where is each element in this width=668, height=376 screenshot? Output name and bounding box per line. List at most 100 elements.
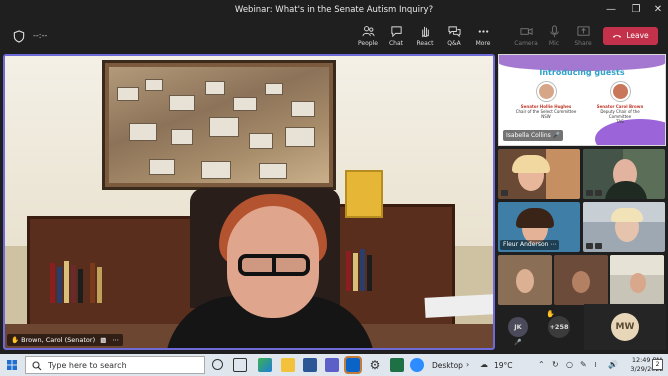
more-label: More [475,40,491,47]
muted-icon [501,190,508,196]
people-icon [361,26,375,37]
guest-state: NSW [541,114,551,119]
chat-label: Chat [388,40,404,47]
more-button[interactable]: More [468,25,498,51]
meeting-timer: --:-- [33,31,48,40]
speaker-name-tag: ✋ Brown, Carol (Senator) ▩ ⋯ [7,334,123,346]
presenter-tag: Isabella Collins 🎤 [503,130,564,141]
minimize-icon[interactable]: — [604,3,618,17]
guest-photo [536,82,556,101]
mic-off-icon: 🎤 [514,339,522,346]
edge-icon[interactable] [258,358,272,372]
meeting-toolbar: --:-- People Chat React Q&A More Camera … [0,20,668,52]
taskbar-search-box[interactable]: Type here to search [25,356,205,374]
zoom-icon[interactable] [410,358,424,372]
qa-icon [447,26,461,38]
people-label: People [358,40,378,47]
more-options-icon[interactable]: ⋯ [112,336,119,344]
task-view-icon[interactable] [233,358,247,372]
desktop-label[interactable]: Desktop [432,361,463,370]
people-button[interactable]: People [353,25,383,51]
roster-row: JK 🎤 ✋ +258 MW [498,304,666,350]
participant-tile-4[interactable] [583,202,665,252]
speaker-glasses [238,254,310,276]
close-icon[interactable]: ✕ [651,3,665,17]
wifi-icon[interactable]: ≀ [594,360,597,369]
raise-hand-icon [421,26,429,38]
shield-icon[interactable] [13,30,25,43]
mic-icon: 🎤 [552,132,561,139]
volume-icon[interactable]: 🔊 [608,360,618,369]
muted-icon [586,243,593,249]
qa-button[interactable]: Q&A [439,25,469,51]
mic-label: Mic [548,40,560,47]
share-label: Share [574,40,592,47]
avatar-initials: MW [615,322,635,332]
gold-frame [345,170,383,218]
guest-photo [610,82,630,101]
self-view-tile[interactable]: MW [584,304,666,350]
file-explorer-icon[interactable] [281,358,295,372]
notification-center-icon[interactable]: 2 [652,359,663,370]
mic-icon [549,25,559,38]
avatar-jk[interactable]: JK [508,317,528,337]
window-title: Webinar: What's in the Senate Autism Inq… [234,5,434,15]
search-placeholder: Type here to search [48,361,127,370]
teams-icon[interactable] [325,358,339,372]
participant-tile-6[interactable] [554,255,608,305]
wall-painting [102,60,336,190]
sync-icon[interactable]: ↻ [552,360,559,369]
share-button[interactable]: Share [568,25,598,51]
mic-button[interactable]: Mic [539,25,569,51]
weather-temperature[interactable]: 19°C [494,361,513,370]
windows-taskbar: Type here to search ⚙ Desktop › ☁ 19°C ⌃… [0,354,668,376]
qa-label: Q&A [447,40,461,47]
muted-icon [586,190,593,196]
react-label: React [416,40,434,47]
pen-icon[interactable]: ✎ [580,360,587,369]
teams-window: Webinar: What's in the Senate Autism Inq… [0,0,668,354]
react-button[interactable]: React [410,25,440,51]
more-icon [478,30,488,33]
camera-button[interactable]: Camera [511,25,541,51]
excel-icon[interactable] [390,358,404,372]
slide-heading: Introducing guests [539,68,625,77]
more-participants-button[interactable]: +258 [548,316,570,338]
tray-app-icon[interactable]: ○ [566,360,573,369]
participant-tile-1[interactable] [498,149,580,199]
camera-status-icon [595,190,602,196]
participant-overflow-count: +258 [549,323,569,331]
settings-gear-icon[interactable]: ⚙ [368,358,382,372]
desk-papers [424,294,493,318]
cortana-icon[interactable] [212,359,223,370]
participant-name-tag: Fleur Anderson ⋯ [500,240,560,250]
participant-tile-7[interactable] [610,255,664,305]
participant-tile-2[interactable] [583,149,665,199]
participant-tile-5[interactable] [498,255,552,305]
hang-up-icon [613,34,622,38]
raise-hand-indicator-icon: ✋ [11,336,20,344]
share-icon [576,26,590,36]
shared-slide[interactable]: Introducing guests Senator Hollie Hughes… [498,54,666,146]
outlook-icon[interactable] [344,356,362,374]
pin-icon[interactable]: ▩ [100,336,106,344]
chat-button[interactable]: Chat [381,25,411,51]
chevron-right-icon[interactable]: › [466,360,469,369]
camera-icon [519,27,533,36]
maximize-icon[interactable]: ❐ [629,3,643,17]
avatar-mw: MW [611,313,639,341]
notification-count: 2 [655,361,660,368]
windows-start-icon[interactable] [7,360,17,370]
chevron-up-icon[interactable]: ⌃ [538,360,545,369]
leave-button[interactable]: Leave [603,27,658,45]
weather-cloud-icon[interactable]: ☁ [480,360,488,369]
participant-tile-fleur[interactable]: Fleur Anderson ⋯ [498,202,580,252]
guest-card-hughes: Senator Hollie Hughes Chair of the Selec… [515,82,577,119]
guest-card-brown: Senator Carol Brown Deputy Chair of the … [589,82,651,124]
main-speaker-video[interactable]: ✋ Brown, Carol (Senator) ▩ ⋯ [3,54,495,350]
guest-state: TAS [616,119,624,124]
word-icon[interactable] [303,358,317,372]
more-options-icon[interactable]: ⋯ [550,241,556,248]
search-icon [32,361,42,371]
chat-icon [390,26,402,38]
